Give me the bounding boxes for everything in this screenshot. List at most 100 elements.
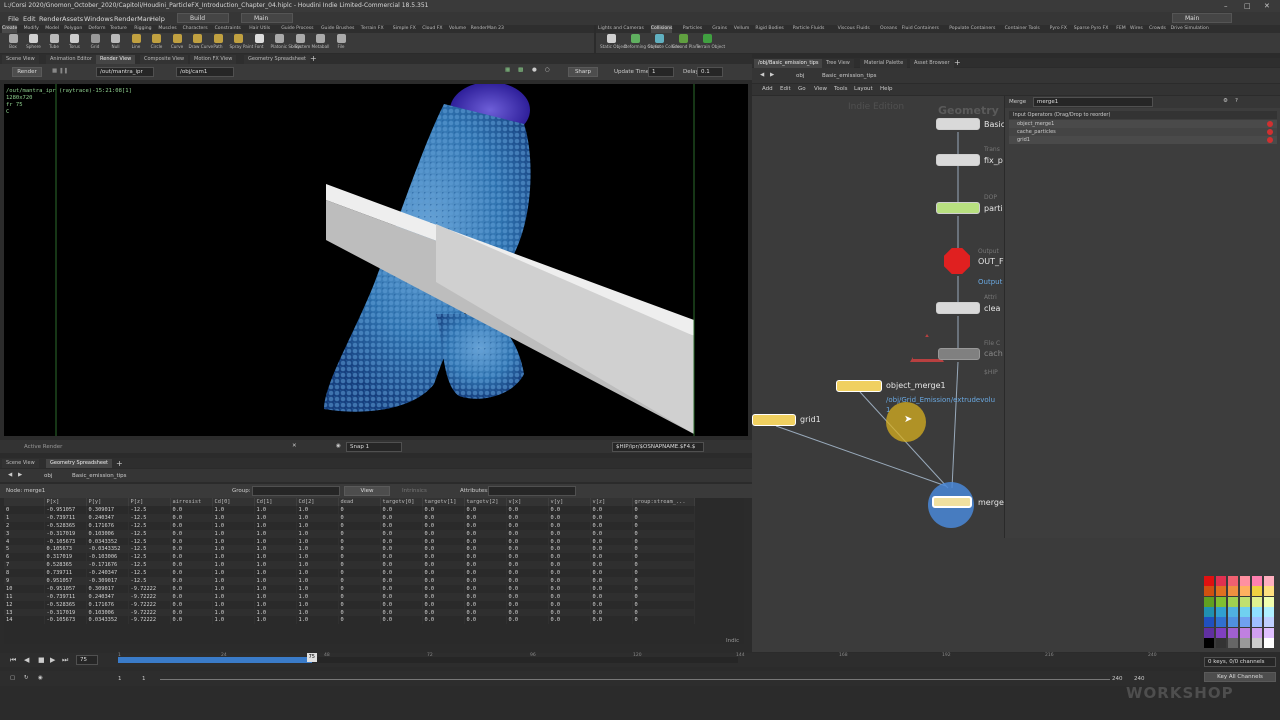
range-end[interactable]: 240: [1112, 676, 1123, 682]
jump-start-icon[interactable]: ⏮: [10, 656, 16, 665]
spreadsheet-column-header[interactable]: Cd[1]: [254, 498, 297, 506]
camera-field[interactable]: /obj/cam1: [176, 67, 234, 77]
close-icon[interactable]: ✕: [1264, 2, 1270, 10]
tab-tree-view[interactable]: Tree View: [822, 59, 854, 68]
shelf-tool[interactable]: Sphere: [25, 34, 43, 52]
desktop-dropdown-right[interactable]: Main: [1172, 13, 1232, 23]
spreadsheet-column-header[interactable]: dead: [338, 498, 381, 506]
shelf-tab[interactable]: Crowds: [1149, 25, 1166, 33]
spreadsheet-column-header[interactable]: airresist: [170, 498, 213, 506]
shelf-tool[interactable]: Ground Plane: [672, 34, 700, 52]
shelf-tab[interactable]: Texture: [110, 25, 127, 33]
spreadsheet-column-header[interactable]: v[x]: [506, 498, 549, 506]
spreadsheet-column-header[interactable]: Cd[2]: [296, 498, 339, 506]
shelf-tab[interactable]: Lights and Cameras: [598, 25, 644, 33]
merge-input-row[interactable]: object_merge1: [1009, 120, 1277, 128]
palette-swatch[interactable]: [1216, 586, 1226, 597]
desktop-dropdown-main[interactable]: Main: [241, 13, 293, 23]
node-transform[interactable]: [936, 154, 980, 166]
node-basic-emission[interactable]: [936, 118, 980, 130]
network-menu-item[interactable]: View: [814, 86, 827, 92]
network-menu-item[interactable]: Layout: [854, 86, 873, 92]
palette-swatch[interactable]: [1204, 627, 1214, 638]
network-menu-item[interactable]: Add: [762, 86, 773, 92]
palette-swatch[interactable]: [1228, 606, 1238, 617]
range-start-2[interactable]: 1: [142, 676, 146, 682]
shelf-tab[interactable]: Rigging: [134, 25, 151, 33]
palette-swatch[interactable]: [1216, 617, 1226, 628]
snapshot-field[interactable]: Snap 1: [346, 442, 402, 452]
left-pane-tab[interactable]: Geometry Spreadsheet: [244, 55, 311, 64]
palette-swatch[interactable]: [1240, 586, 1250, 597]
palette-swatch[interactable]: [1252, 637, 1262, 648]
maximize-icon[interactable]: □: [1244, 2, 1251, 10]
shelf-tab[interactable]: Hair Utils: [249, 25, 270, 33]
palette-swatch[interactable]: [1204, 586, 1214, 597]
shelf-tool[interactable]: Grid: [86, 34, 104, 52]
tab-material-palette[interactable]: Material Palette: [860, 59, 908, 68]
remove-input-icon[interactable]: [1267, 129, 1273, 135]
palette-swatch[interactable]: [1240, 617, 1250, 628]
menu-render[interactable]: Render: [39, 15, 62, 23]
render-region-icon[interactable]: ▦: [505, 67, 510, 73]
shelf-tab[interactable]: FEM: [1116, 25, 1126, 33]
path-node[interactable]: Basic_emission_tips: [72, 473, 126, 479]
shelf-tool[interactable]: Torus: [66, 34, 84, 52]
shelf-tool[interactable]: Deforming Object: [624, 34, 661, 52]
palette-swatch[interactable]: [1204, 606, 1214, 617]
tab-scene-view[interactable]: Scene View: [2, 459, 39, 468]
gear-icon[interactable]: ⚙: [1223, 98, 1228, 104]
palette-swatch[interactable]: [1264, 606, 1274, 617]
palette-swatch[interactable]: [1216, 637, 1226, 648]
shelf-tool[interactable]: Platonic Solids: [271, 34, 301, 52]
audio-icon[interactable]: ▢: [10, 675, 15, 681]
shelf-tab[interactable]: Container Tools: [1005, 25, 1040, 33]
path-obj[interactable]: obj: [796, 73, 804, 79]
forward-icon[interactable]: ▶: [18, 472, 22, 478]
output-driver-field[interactable]: /out/mantra_ipr: [96, 67, 154, 77]
palette-swatch[interactable]: [1228, 617, 1238, 628]
menu-renderman[interactable]: RenderMan: [114, 15, 151, 23]
shelf-tab[interactable]: Pyro FX: [1050, 25, 1067, 33]
merge-input-row[interactable]: grid1: [1009, 136, 1277, 144]
delay-field[interactable]: 0.1: [697, 67, 723, 77]
path-node[interactable]: Basic_emission_tips: [822, 73, 876, 79]
shelf-tab[interactable]: Collisions: [650, 25, 673, 33]
spreadsheet-column-header[interactable]: targetv[0]: [380, 498, 423, 506]
spreadsheet-column-header[interactable]: targetv[2]: [464, 498, 507, 506]
shelf-tool[interactable]: Draw Curve: [189, 34, 213, 52]
desktop-dropdown-left[interactable]: Build: [177, 13, 229, 23]
palette-swatch[interactable]: [1216, 627, 1226, 638]
palette-swatch[interactable]: [1252, 627, 1262, 638]
shelf-tool[interactable]: Surface Collider: [648, 34, 681, 52]
shelf-tab[interactable]: Fluid Containers: [902, 25, 939, 33]
palette-swatch[interactable]: [1252, 596, 1262, 607]
snapshot-icon[interactable]: ◉: [336, 443, 341, 449]
left-pane-tab[interactable]: Animation Editor: [46, 55, 96, 64]
spreadsheet-column-header[interactable]: Cd[0]: [212, 498, 255, 506]
shelf-tool[interactable]: Line: [127, 34, 145, 52]
shelf-tool[interactable]: Tube: [45, 34, 63, 52]
pause-icon[interactable]: ■ ❚❚: [52, 68, 68, 74]
shelf-tool[interactable]: Terrain Object: [696, 34, 725, 52]
palette-swatch[interactable]: [1252, 586, 1262, 597]
path-obj[interactable]: obj: [44, 473, 52, 479]
tab-network-editor[interactable]: /obj/Basic_emission_tips: [754, 59, 823, 68]
help-icon[interactable]: ?: [1235, 98, 1238, 104]
shelf-tab[interactable]: RenderMan 23: [471, 25, 504, 33]
jump-end-icon[interactable]: ⏭: [62, 656, 68, 665]
left-pane-tab[interactable]: Motion FX View: [190, 55, 237, 64]
node-grid[interactable]: [752, 414, 796, 426]
menu-file[interactable]: File: [8, 15, 19, 23]
stop-icon[interactable]: ■: [38, 656, 45, 664]
shelf-tab[interactable]: Vellum: [734, 25, 750, 33]
color-correct-icon[interactable]: ▩: [518, 67, 523, 73]
shelf-tool[interactable]: File: [332, 34, 350, 52]
spreadsheet-column-header[interactable]: [4, 498, 45, 506]
spreadsheet-column-header[interactable]: P[x]: [44, 498, 87, 506]
play-icon[interactable]: ▶: [50, 656, 55, 664]
shelf-tab[interactable]: Grains: [712, 25, 727, 33]
shelf-tab[interactable]: Particles: [683, 25, 702, 33]
render-viewport[interactable]: /out/mantra_ipr (raytrace)-15:21:08[1] 1…: [4, 84, 748, 436]
pin-icon[interactable]: ●: [532, 67, 537, 73]
